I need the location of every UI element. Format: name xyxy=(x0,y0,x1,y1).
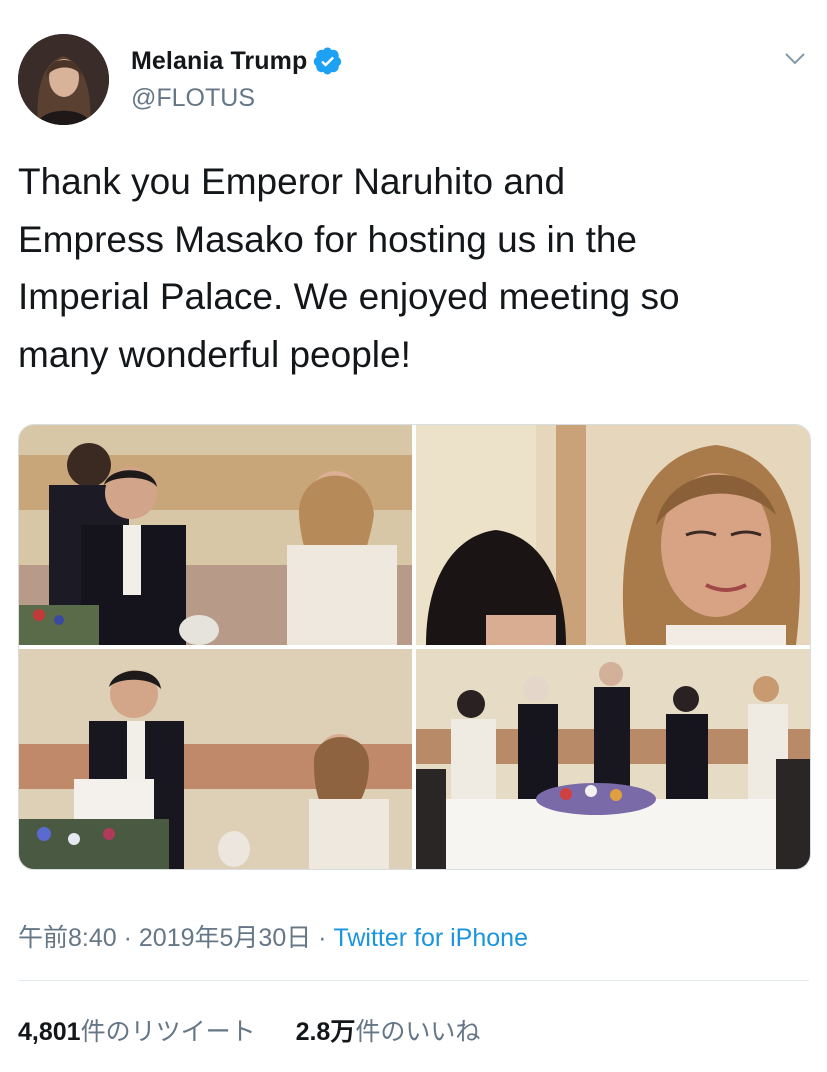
profile-avatar[interactable] xyxy=(18,34,109,125)
display-name[interactable]: Melania Trump xyxy=(131,47,307,76)
like-count: 2.8万 xyxy=(295,1018,356,1046)
retweet-count: 4,801 xyxy=(18,1018,81,1046)
tweet-source[interactable]: Twitter for iPhone xyxy=(333,924,528,952)
tweet-date[interactable]: 2019年5月30日 xyxy=(139,924,311,952)
name-row: Melania Trump xyxy=(131,46,343,76)
like-label: 件のいいね xyxy=(355,1018,481,1046)
tweet-time[interactable]: 午前8:40 xyxy=(18,924,117,952)
verified-badge-icon xyxy=(313,46,343,76)
photo-4[interactable] xyxy=(416,649,810,869)
tweet-meta: 午前8:40 · 2019年5月30日 · Twitter for iPhone xyxy=(18,918,528,954)
photo-1[interactable] xyxy=(19,425,412,645)
like-stat[interactable]: 2.8万件のいいね xyxy=(296,1018,481,1046)
retweet-stat[interactable]: 4,801件のリツイート xyxy=(18,1018,256,1046)
user-handle[interactable]: @FLOTUS xyxy=(131,84,255,113)
photo-2[interactable] xyxy=(416,425,810,645)
divider xyxy=(18,980,809,981)
retweet-label: 件のリツイート xyxy=(80,1018,256,1046)
chevron-down-icon[interactable] xyxy=(783,48,807,68)
meta-separator: · xyxy=(116,924,139,952)
avatar-image xyxy=(18,34,109,125)
tweet-header: Melania Trump @FLOTUS xyxy=(18,34,813,126)
meta-separator: · xyxy=(311,924,334,952)
tweet-text: Thank you Emperor Naruhito and Empress M… xyxy=(18,161,680,375)
tweet-stats: 4,801件のリツイート 2.8万件のいいね xyxy=(18,1012,480,1048)
photo-3[interactable] xyxy=(19,649,412,869)
media-grid xyxy=(18,424,811,870)
